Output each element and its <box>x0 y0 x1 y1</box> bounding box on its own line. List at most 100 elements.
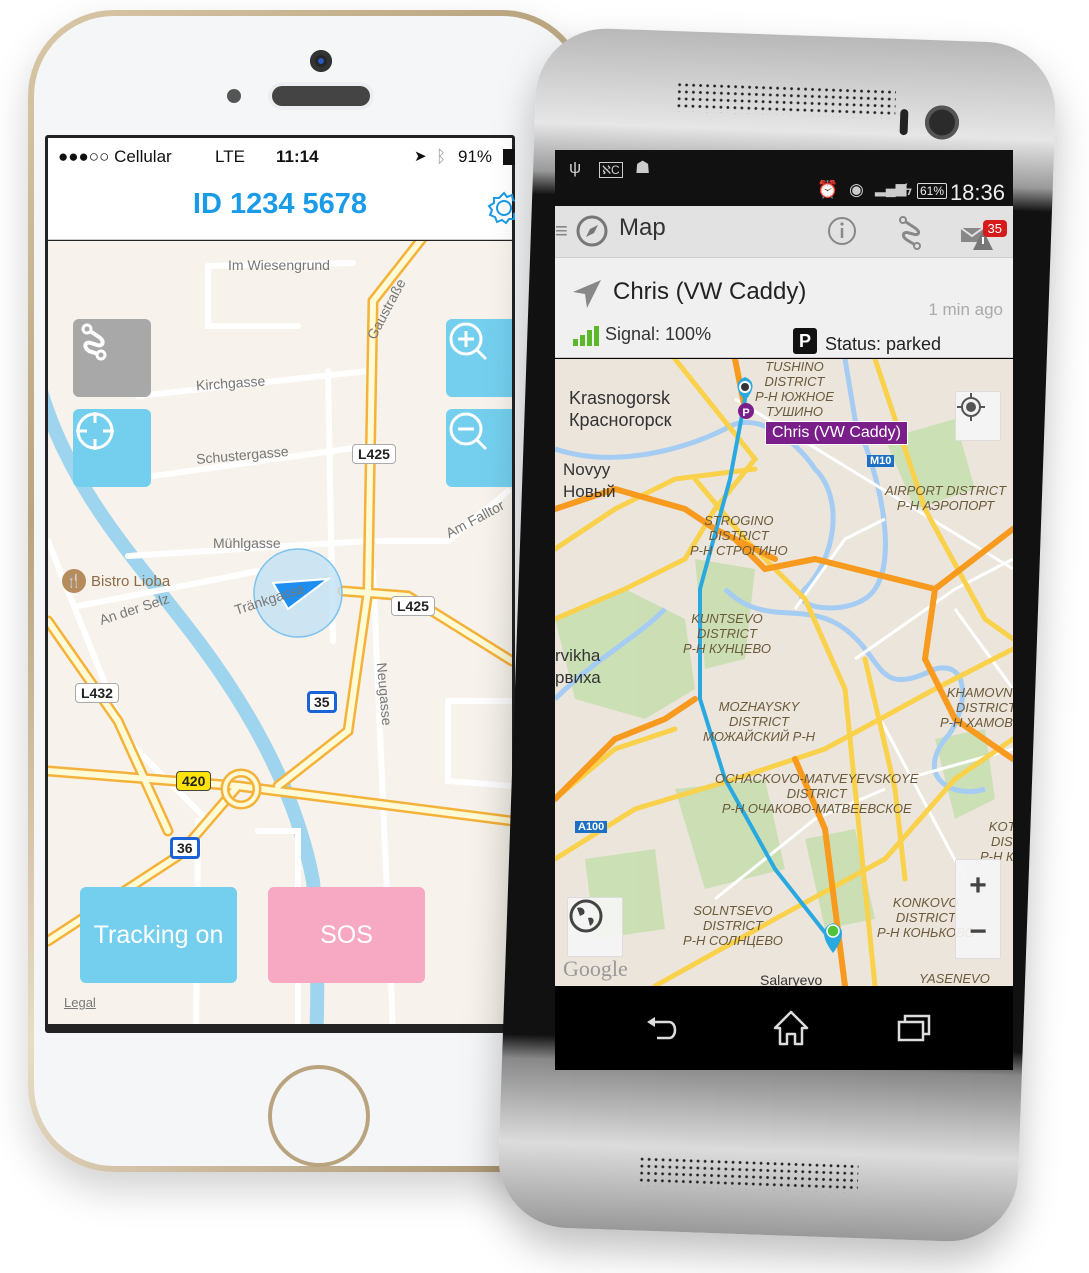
route-shield: A100 <box>575 821 608 833</box>
front-camera <box>310 50 332 72</box>
poi-bistro[interactable]: 🍴 Bistro Lioba <box>62 569 170 593</box>
legal-link[interactable]: Legal <box>64 995 96 1010</box>
district-label: OCHACKOVO-MATVEYEVSKOYE DISTRICT Р-Н ОЧАКО… <box>715 771 919 816</box>
district-label: AIRPORT DISTRICT Р-Н АЭРОПОРТ <box>885 483 1007 513</box>
action-bar: ≡ Map 35 <box>555 206 1013 258</box>
screen-title: Map <box>619 214 666 241</box>
ios-status-bar: ●●●○○ Cellular LTE 11:14 ➤ ᛒ 91% <box>48 138 515 178</box>
top-speaker-grill <box>675 81 897 119</box>
battery-indicator: 61% <box>916 183 947 199</box>
zoom-in-button[interactable]: + <box>969 863 987 909</box>
route-button[interactable] <box>73 319 151 397</box>
road-shield: L432 <box>75 683 119 703</box>
road-shield: 35 <box>307 691 337 713</box>
bluetooth-icon: ᛒ <box>436 147 447 166</box>
signal-icon: ▂▄▆ <box>875 180 907 196</box>
wifi-icon: ◉ <box>849 180 864 199</box>
earpiece-speaker <box>272 86 370 106</box>
my-location-icon <box>957 393 985 421</box>
usb-icon: ψ <box>569 158 582 177</box>
vehicle-info-panel[interactable]: Chris (VW Caddy) 1 min ago Signal: 100% … <box>555 258 1013 358</box>
parked-icon: P <box>793 328 817 354</box>
charging-icon: ϟ <box>903 180 912 199</box>
android-icon: ☗ <box>635 158 651 177</box>
back-icon[interactable] <box>643 1008 683 1048</box>
compass-icon[interactable] <box>575 214 609 248</box>
location-arrow-icon: ➤ <box>414 148 427 165</box>
ios-map-view[interactable]: Im Wiesengrund Gaustraße Kirchgasse Schu… <box>48 241 512 1024</box>
street-label: Mühlgasse <box>213 535 281 551</box>
voicemail-icon: ℵC <box>599 162 623 178</box>
city-map: P <box>555 359 1013 986</box>
iphone-screen: ●●●○○ Cellular LTE 11:14 ➤ ᛒ 91% ID 1234… <box>45 135 515 1033</box>
district-label: SOLNTSEVO DISTRICT Р-Н СОЛНЦЕВО <box>683 903 783 948</box>
poi-label: Bistro Lioba <box>91 572 171 590</box>
heading-arrow-icon <box>573 280 601 308</box>
district-label: KOTLDISTР-Н КОТ <box>980 819 1013 864</box>
recents-icon[interactable] <box>895 1008 935 1048</box>
battery-icon <box>503 149 515 165</box>
road-shield: 420 <box>176 771 212 791</box>
district-label: TUSHINO DISTRICT Р-Н ЮЖНОЕ ТУШИНО <box>755 359 834 419</box>
globe-icon <box>569 899 603 933</box>
last-update: 1 min ago <box>928 300 1003 319</box>
gear-icon[interactable] <box>486 190 515 226</box>
svg-text:P: P <box>742 407 749 419</box>
city-label: Novyy Новый <box>563 460 616 501</box>
battery-percent: 91% <box>458 147 493 166</box>
zoom-out-button[interactable] <box>446 409 512 487</box>
proximity-sensor <box>227 89 241 103</box>
device-id-title: ID 1234 5678 <box>192 188 368 220</box>
hamburger-icon[interactable]: ≡ <box>555 218 568 244</box>
signal-strength: Signal: 100% <box>605 324 712 344</box>
locate-button[interactable] <box>73 409 151 487</box>
my-location-button[interactable] <box>955 391 1001 441</box>
android-status-bar: ψ ℵC ☗ ⏰ ◉ ▂▄▆ ϟ 61% 18:36 <box>555 150 1013 206</box>
route-icon[interactable] <box>895 214 927 250</box>
route-shield: M10 <box>867 455 895 467</box>
sos-button[interactable]: SOS <box>268 887 425 983</box>
district-label: YASENEVO <box>919 971 990 986</box>
zoom-out-icon <box>449 412 488 451</box>
android-screen: ψ ℵC ☗ ⏰ ◉ ▂▄▆ ϟ 61% 18:36 ≡ Map 35 Chri… <box>555 150 1013 1070</box>
crosshair-icon <box>76 412 114 450</box>
zoom-in-icon <box>449 322 488 361</box>
google-map-view[interactable]: P Krasnogorsk Красногорск Novyy Новый rvik… <box>555 359 1013 986</box>
proximity-sensor <box>899 108 909 136</box>
zoom-in-button[interactable] <box>446 319 512 397</box>
vehicle-callout[interactable]: Chris (VW Caddy) <box>765 421 908 445</box>
place-label: Salaryevo <box>760 972 823 986</box>
zoom-controls: + − <box>955 859 1001 959</box>
navigation-bar <box>555 986 1013 1070</box>
city-label: rvikha рвиха <box>555 646 601 687</box>
home-button[interactable] <box>268 1065 370 1167</box>
district-label: KUNTSEVO DISTRICT Р-Н КУНЦЕВО <box>683 611 771 656</box>
district-label: KHAMOVNIKDISTRICTР-Н ХАМОВНИ <box>940 685 1013 730</box>
alarm-icon: ⏰ <box>817 180 839 199</box>
map-type-button[interactable] <box>567 897 623 957</box>
street-label: Im Wiesengrund <box>228 257 330 273</box>
bottom-speaker-grill <box>637 1155 859 1194</box>
road-shield: L425 <box>352 444 396 464</box>
google-attribution: Google <box>563 956 628 981</box>
clock: 11:14 <box>276 147 319 166</box>
notification-badge: 35 <box>982 220 1007 237</box>
road-shield: 36 <box>170 837 200 859</box>
vehicle-status: Status: parked <box>825 334 942 354</box>
district-label: STROGINO DISTRICT Р-Н СТРОГИНО <box>690 513 788 558</box>
front-camera <box>924 104 960 141</box>
info-icon[interactable] <box>827 216 857 246</box>
route-icon <box>81 323 107 361</box>
carrier-label: ●●●○○ Cellular <box>58 147 172 166</box>
zoom-out-button[interactable]: − <box>969 909 987 955</box>
signal-bars-icon <box>573 326 599 346</box>
tracking-button[interactable]: Tracking on <box>80 887 237 983</box>
network-label: LTE <box>215 147 245 166</box>
city-label: Krasnogorsk Красногорск <box>569 388 672 430</box>
app-header: ID 1234 5678 <box>48 178 515 240</box>
district-label: MOZHAYSKY DISTRICT МОЖАЙСКИЙ Р-Н <box>703 699 816 744</box>
vehicle-name: Chris (VW Caddy) <box>613 278 807 305</box>
home-icon[interactable] <box>771 1008 811 1048</box>
clock: 18:36 <box>949 180 1005 205</box>
restaurant-icon: 🍴 <box>62 569 86 593</box>
